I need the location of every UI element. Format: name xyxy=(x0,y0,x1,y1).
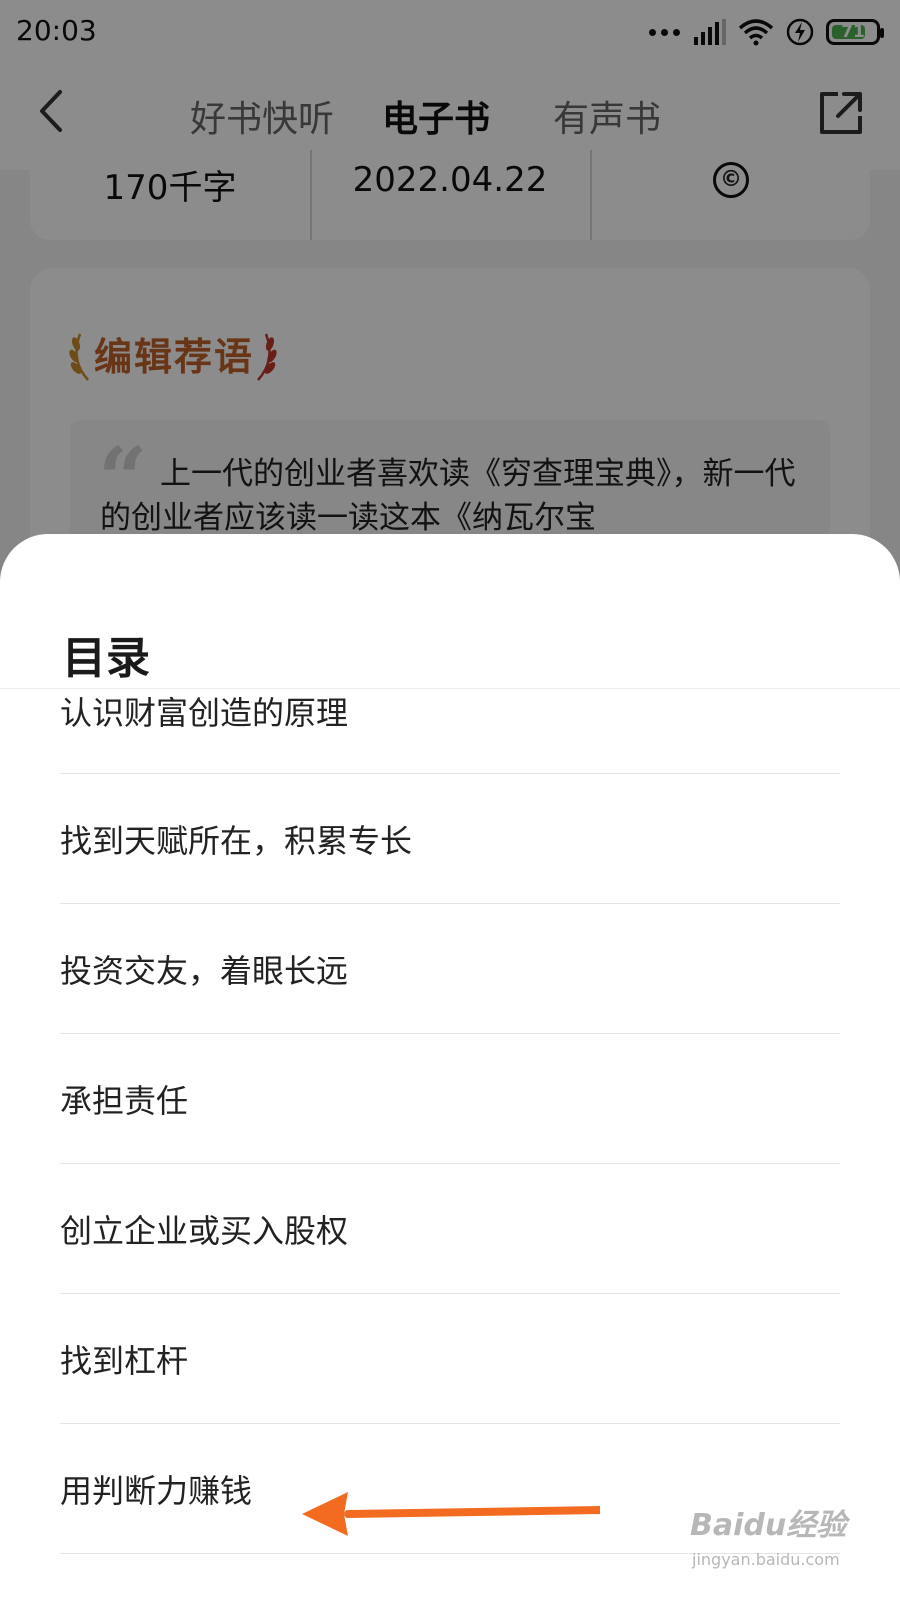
baidu-watermark: Baidu经验 jingyan.baidu.com xyxy=(690,1500,890,1590)
toc-item[interactable]: 认识财富创造的原理 xyxy=(60,688,840,774)
toc-item[interactable]: 找到杠杆 xyxy=(60,1294,840,1424)
toc-bottom-sheet: 目录 认识财富创造的原理 找到天赋所在，积累专长 投资交友，着眼长远 承担责任 … xyxy=(0,534,900,1600)
toc-title: 目录 xyxy=(62,633,150,684)
toc-item[interactable]: 创立企业或买入股权 xyxy=(60,1164,840,1294)
toc-item-label: 认识财富创造的原理 xyxy=(60,694,349,732)
toc-item-label: 找到天赋所在，积累专长 xyxy=(60,822,413,860)
toc-item-label: 找到杠杆 xyxy=(60,1342,189,1380)
watermark-brand: Baidu经验 xyxy=(690,1508,847,1543)
watermark-url: jingyan.baidu.com xyxy=(692,1550,840,1569)
toc-item-label: 创立企业或买入股权 xyxy=(60,1212,349,1250)
toc-item[interactable]: 投资交友，着眼长远 xyxy=(60,904,840,1034)
toc-item-label: 用判断力赚钱 xyxy=(60,1472,253,1510)
toc-item-label: 投资交友，着眼长远 xyxy=(60,952,349,990)
annotation-arrow-icon xyxy=(302,1492,600,1536)
toc-item-label: 承担责任 xyxy=(60,1082,189,1120)
toc-item[interactable]: 承担责任 xyxy=(60,1034,840,1164)
toc-item[interactable]: 找到天赋所在，积累专长 xyxy=(60,774,840,904)
